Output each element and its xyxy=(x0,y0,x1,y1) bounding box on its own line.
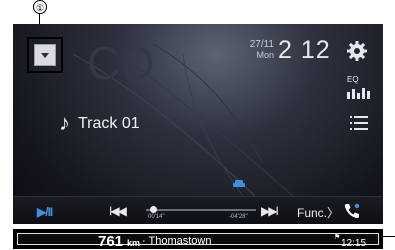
checkered-flag-icon: ⚑ xyxy=(334,234,341,241)
function-button[interactable]: Func.〉 xyxy=(297,204,339,221)
arrival-time: 12:15 xyxy=(341,238,367,249)
next-track-button[interactable]: ▶▶I xyxy=(261,204,279,218)
gear-icon[interactable] xyxy=(346,40,368,62)
elapsed-time: 00'14" xyxy=(148,214,165,220)
chevron-down-icon xyxy=(41,53,49,58)
equalizer-icon xyxy=(347,88,370,99)
av-source-screen: CD 27/11 Mon 2 12 EQ ♪ Track 01 ▶/II I◀◀… xyxy=(13,24,383,224)
date-day: 27/11 xyxy=(249,39,274,50)
source-select-button[interactable] xyxy=(34,44,56,66)
navigation-status-bar[interactable]: 761 km · Thomastown ⚑ 12:15 xyxy=(13,229,383,250)
status-bar-inner: 761 km · Thomastown ⚑ 12:15 xyxy=(17,233,379,250)
phone-icon[interactable] xyxy=(343,202,361,220)
distance-value: 761 xyxy=(98,233,124,250)
eq-label: EQ xyxy=(347,75,359,84)
progress-track[interactable] xyxy=(146,209,256,211)
play-pause-button[interactable]: ▶/II xyxy=(37,205,53,219)
remaining-time: -04'28" xyxy=(229,214,248,220)
playback-controls: ▶/II I◀◀ 00'14" -04'28" ▶▶I Func.〉 xyxy=(13,196,383,224)
source-title: CD xyxy=(87,37,156,89)
progress-knob[interactable] xyxy=(149,206,157,213)
date-weekday: Mon xyxy=(256,50,274,60)
callout-line-right xyxy=(383,236,395,237)
list-icon[interactable] xyxy=(350,115,368,131)
clock: 2 12 xyxy=(278,36,331,64)
music-note-icon: ♪ xyxy=(59,110,70,135)
car-icon xyxy=(233,180,245,187)
equalizer-button[interactable]: EQ xyxy=(347,75,371,101)
destination-name: · Thomastown xyxy=(142,235,212,247)
distance-unit: km xyxy=(127,238,141,248)
function-label: Func. xyxy=(297,206,328,220)
chevron-right-icon: 〉 xyxy=(327,206,340,220)
previous-track-button[interactable]: I◀◀ xyxy=(109,204,127,218)
track-title: Track 01 xyxy=(78,115,140,132)
callout-number-1: ① xyxy=(33,0,47,14)
